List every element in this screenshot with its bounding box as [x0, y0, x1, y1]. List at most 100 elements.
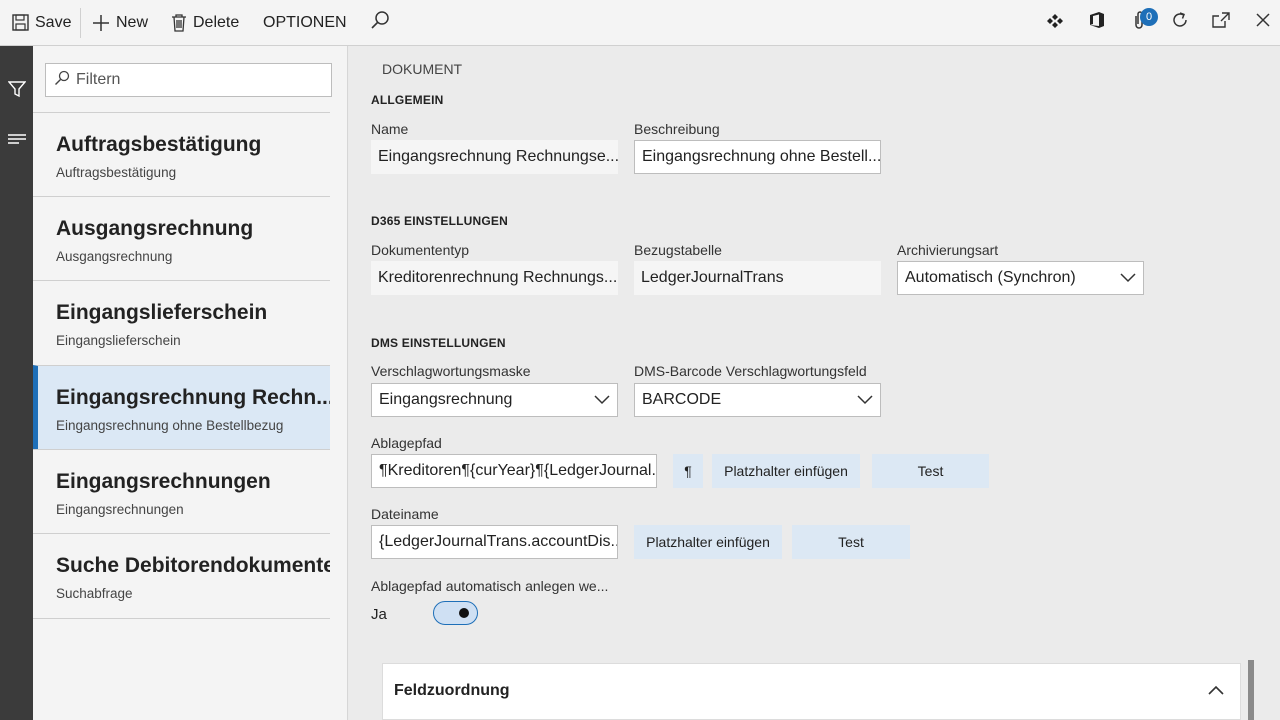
- search-icon: [370, 10, 390, 35]
- list-item-subtitle: Eingangsrechnung ohne Bestellbezug: [56, 418, 284, 433]
- name-value: Eingangsrechnung Rechnungse...: [378, 148, 618, 165]
- list-item-title: Auftragsbestätigung: [56, 133, 262, 156]
- auto-create-path-value: Ja: [371, 606, 387, 623]
- list-item-subtitle: Ausgangsrechnung: [56, 249, 173, 264]
- list-item-title: Eingangsrechnung Rechn...: [56, 386, 330, 409]
- popout-icon: [1212, 12, 1230, 33]
- auto-create-path-label: Ablagepfad automatisch anlegen we...: [371, 578, 609, 594]
- list-item[interactable]: Ausgangsrechnung Ausgangsrechnung: [33, 196, 330, 280]
- pilcrow-button[interactable]: ¶: [673, 454, 703, 488]
- list-item[interactable]: Suche Debitorendokumente Suchabfrage: [33, 533, 330, 617]
- list-item[interactable]: Auftragsbestätigung Auftragsbestätigung: [33, 112, 330, 196]
- name-field[interactable]: Eingangsrechnung Rechnungse...: [371, 140, 618, 174]
- archive-type-label: Archivierungsart: [897, 242, 999, 258]
- list-item[interactable]: Eingangslieferschein Eingangslieferschei…: [33, 280, 330, 364]
- barcode-field-label: DMS-Barcode Verschlagwortungsfeld: [634, 363, 867, 379]
- refresh-button[interactable]: [1165, 0, 1195, 45]
- list-item-title: Suche Debitorendokumente: [56, 554, 330, 577]
- list-divider: [33, 618, 330, 619]
- description-value: Eingangsrechnung ohne Bestell...: [642, 148, 880, 165]
- chevron-down-icon: [1113, 273, 1143, 283]
- save-label: Save: [35, 13, 72, 31]
- insert-placeholder-filename-button[interactable]: Platzhalter einfügen: [634, 525, 782, 559]
- diamond-grid-icon: [1047, 12, 1063, 33]
- insert-placeholder-path-button[interactable]: Platzhalter einfügen: [712, 454, 860, 488]
- close-icon: [1256, 13, 1270, 32]
- toolbar-separator: [80, 8, 81, 38]
- keyword-mask-value: Eingangsrechnung: [379, 391, 513, 408]
- list-item-title: Ausgangsrechnung: [56, 217, 254, 240]
- search-icon: [54, 70, 70, 91]
- list-item-title: Eingangslieferschein: [56, 301, 268, 324]
- refresh-icon: [1170, 10, 1190, 35]
- attachments-button[interactable]: 0: [1124, 0, 1158, 45]
- barcode-field-select[interactable]: BARCODE: [634, 383, 881, 417]
- chevron-down-icon: [850, 395, 880, 405]
- storage-path-value: ¶Kreditoren¶{curYear}¶{LedgerJournal...: [379, 462, 656, 479]
- filter-box[interactable]: [45, 63, 332, 97]
- test-path-button[interactable]: Test: [872, 454, 989, 488]
- save-button[interactable]: Save: [12, 0, 71, 45]
- list-item-selected[interactable]: Eingangsrechnung Rechn... Eingangsrechnu…: [33, 365, 330, 449]
- save-icon: [12, 14, 29, 31]
- description-field[interactable]: Eingangsrechnung ohne Bestell...: [634, 140, 881, 174]
- options-label: OPTIONEN: [263, 13, 347, 31]
- list-pane: Auftragsbestätigung Auftragsbestätigung …: [33, 46, 348, 720]
- list-item-subtitle: Eingangslieferschein: [56, 333, 181, 348]
- close-button[interactable]: [1248, 0, 1278, 45]
- options-tab[interactable]: OPTIONEN: [263, 0, 347, 45]
- test-filename-button[interactable]: Test: [792, 525, 910, 559]
- section-header-d365: D365 EINSTELLUNGEN: [371, 214, 508, 228]
- filename-label: Dateiname: [371, 506, 439, 522]
- filter-pane-button[interactable]: [0, 71, 33, 111]
- scrollbar[interactable]: [1248, 660, 1254, 720]
- document-type-label: Dokumententyp: [371, 242, 470, 258]
- open-new-window-button[interactable]: [1206, 0, 1236, 45]
- document-type-field[interactable]: Kreditorenrechnung Rechnungs...: [371, 261, 618, 295]
- attachments-badge: 0: [1140, 8, 1158, 26]
- delete-label: Delete: [193, 13, 240, 31]
- funnel-icon: [6, 80, 27, 103]
- list-item-subtitle: Auftragsbestätigung: [56, 165, 177, 180]
- barcode-field-value: BARCODE: [642, 391, 722, 408]
- office-icon: [1089, 11, 1105, 34]
- chevron-down-icon: [587, 395, 617, 405]
- reference-table-value: LedgerJournalTrans: [641, 269, 784, 286]
- list-lines-icon: [7, 132, 26, 151]
- delete-button[interactable]: Delete: [171, 0, 239, 45]
- storage-path-label: Ablagepfad: [371, 435, 442, 451]
- trash-icon: [171, 13, 187, 32]
- reference-table-label: Bezugstabelle: [634, 242, 722, 258]
- list-item-title: Eingangsrechnungen: [56, 470, 271, 493]
- chevron-up-icon[interactable]: [1208, 682, 1224, 700]
- storage-path-field[interactable]: ¶Kreditoren¶{curYear}¶{LedgerJournal...: [371, 454, 657, 488]
- reference-table-field[interactable]: LedgerJournalTrans: [634, 261, 881, 295]
- list-item-subtitle: Suchabfrage: [56, 586, 133, 601]
- document-type-value: Kreditorenrechnung Rechnungs...: [378, 269, 618, 286]
- list-item-subtitle: Eingangsrechnungen: [56, 502, 184, 517]
- filter-input[interactable]: [76, 71, 316, 89]
- auto-create-path-toggle[interactable]: [433, 601, 478, 625]
- description-label: Beschreibung: [634, 121, 720, 137]
- new-label: New: [116, 13, 149, 31]
- keyword-mask-label: Verschlagwortungsmaske: [371, 363, 531, 379]
- action-pane: Save New Delete OPTIONEN 0: [0, 0, 1280, 46]
- keyword-mask-select[interactable]: Eingangsrechnung: [371, 383, 618, 417]
- toggle-knob: [459, 608, 469, 618]
- new-button[interactable]: New: [92, 0, 148, 45]
- list-pane-button[interactable]: [0, 121, 33, 161]
- office-button[interactable]: [1082, 0, 1112, 45]
- search-button[interactable]: [370, 0, 390, 45]
- field-mapping-fasttab[interactable]: Feldzuordnung: [382, 663, 1241, 720]
- archive-type-value: Automatisch (Synchron): [905, 269, 1076, 286]
- list-item[interactable]: Eingangsrechnungen Eingangsrechnungen: [33, 449, 330, 533]
- archive-type-select[interactable]: Automatisch (Synchron): [897, 261, 1144, 295]
- page-caption: DOKUMENT: [382, 61, 463, 77]
- power-apps-button[interactable]: [1040, 0, 1070, 45]
- navigation-rail: [0, 46, 33, 720]
- details-pane: DOKUMENT ALLGEMEIN Name Eingangsrechnung…: [349, 46, 1280, 720]
- section-header-general: ALLGEMEIN: [371, 93, 444, 107]
- name-label: Name: [371, 121, 409, 137]
- filename-field[interactable]: {LedgerJournalTrans.accountDis...: [371, 525, 618, 559]
- plus-icon: [92, 14, 110, 32]
